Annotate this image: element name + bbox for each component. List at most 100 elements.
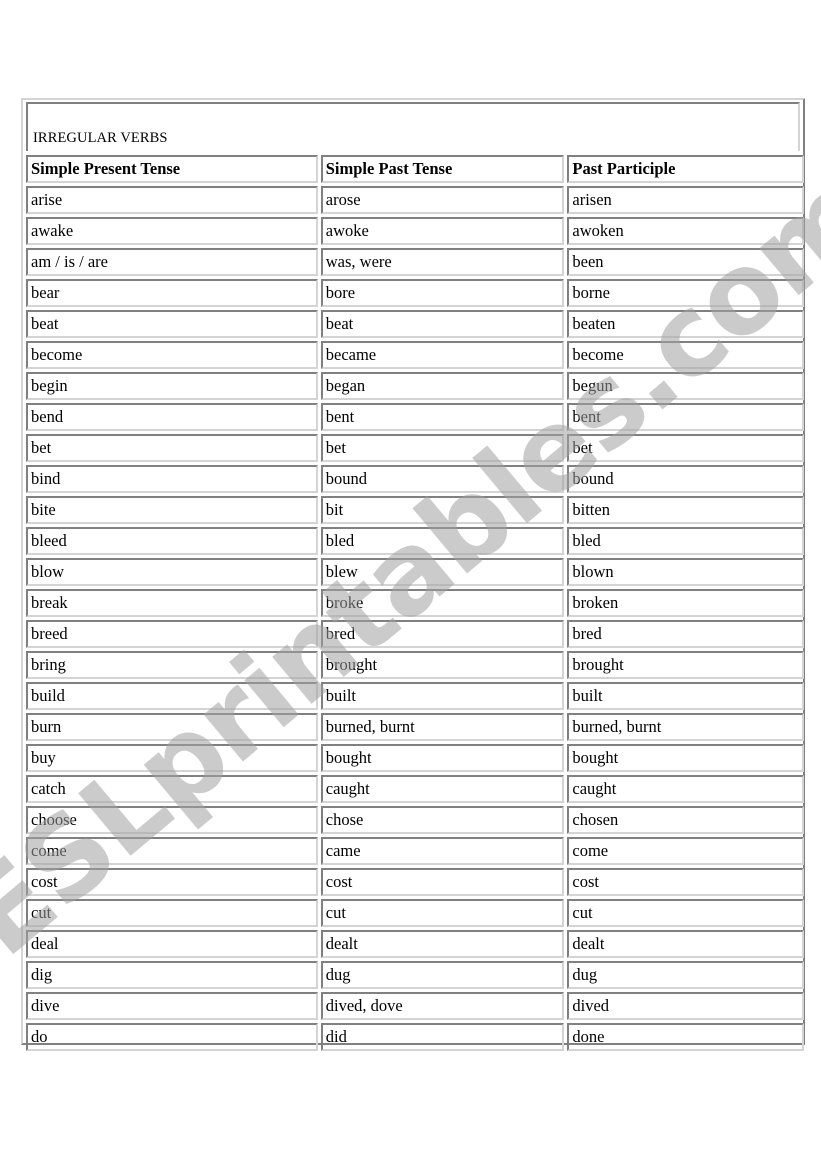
cell-simple-past: bought <box>320 744 565 772</box>
table-row: choose chose chosen <box>26 806 804 834</box>
cell-simple-past: arose <box>320 186 565 214</box>
cell-simple-past: burned, burnt <box>320 713 565 741</box>
table-row: breed bred bred <box>26 620 804 648</box>
cell-simple-past: was, were <box>320 248 565 276</box>
cell-past-participle: been <box>567 248 804 276</box>
cell-simple-past: dealt <box>320 930 565 958</box>
table-row: deal dealt dealt <box>26 930 804 958</box>
cell-past-participle: awoken <box>567 217 804 245</box>
cell-simple-present: do <box>26 1023 318 1051</box>
cell-past-participle: broken <box>567 589 804 617</box>
cell-simple-past: cost <box>320 868 565 896</box>
table-row: become became become <box>26 341 804 369</box>
cell-past-participle: begun <box>567 372 804 400</box>
cell-simple-present: am / is / are <box>26 248 318 276</box>
table-row: bleed bled bled <box>26 527 804 555</box>
cell-past-participle: burned, burnt <box>567 713 804 741</box>
cell-past-participle: borne <box>567 279 804 307</box>
cell-past-participle: bled <box>567 527 804 555</box>
verbs-table-frame: IRREGULAR VERBS Simple Present Tense Sim… <box>21 98 805 1051</box>
cell-past-participle: cut <box>567 899 804 927</box>
cell-simple-present: break <box>26 589 318 617</box>
irregular-verbs-table: Simple Present Tense Simple Past Tense P… <box>23 152 807 1054</box>
cell-simple-past: caught <box>320 775 565 803</box>
cell-past-participle: chosen <box>567 806 804 834</box>
header-simple-past: Simple Past Tense <box>320 155 565 183</box>
cell-past-participle: arisen <box>567 186 804 214</box>
cell-past-participle: blown <box>567 558 804 586</box>
table-row: bend bent bent <box>26 403 804 431</box>
cell-simple-past: chose <box>320 806 565 834</box>
cell-simple-present: beat <box>26 310 318 338</box>
cell-past-participle: cost <box>567 868 804 896</box>
cell-past-participle: beaten <box>567 310 804 338</box>
cell-simple-present: dive <box>26 992 318 1020</box>
cell-past-participle: built <box>567 682 804 710</box>
cell-simple-present: arise <box>26 186 318 214</box>
cell-past-participle: come <box>567 837 804 865</box>
table-row: awake awoke awoken <box>26 217 804 245</box>
cell-simple-present: buy <box>26 744 318 772</box>
cell-past-participle: bought <box>567 744 804 772</box>
table-row: cost cost cost <box>26 868 804 896</box>
table-row: blow blew blown <box>26 558 804 586</box>
cell-simple-present: deal <box>26 930 318 958</box>
cell-simple-past: bled <box>320 527 565 555</box>
table-row: bet bet bet <box>26 434 804 462</box>
cell-simple-past: blew <box>320 558 565 586</box>
header-simple-present: Simple Present Tense <box>26 155 318 183</box>
table-row: bring brought brought <box>26 651 804 679</box>
table-row: am / is / are was, were been <box>26 248 804 276</box>
cell-simple-present: begin <box>26 372 318 400</box>
cell-past-participle: bred <box>567 620 804 648</box>
cell-past-participle: caught <box>567 775 804 803</box>
cell-simple-past: began <box>320 372 565 400</box>
cell-simple-present: build <box>26 682 318 710</box>
cell-simple-past: beat <box>320 310 565 338</box>
cell-past-participle: bitten <box>567 496 804 524</box>
cell-simple-past: awoke <box>320 217 565 245</box>
cell-simple-present: dig <box>26 961 318 989</box>
cell-simple-present: bring <box>26 651 318 679</box>
verbs-table-inner: IRREGULAR VERBS Simple Present Tense Sim… <box>26 102 804 1051</box>
table-row: dive dived, dove dived <box>26 992 804 1020</box>
cell-simple-present: awake <box>26 217 318 245</box>
cell-simple-past: broke <box>320 589 565 617</box>
table-row: burn burned, burnt burned, burnt <box>26 713 804 741</box>
cell-simple-past: built <box>320 682 565 710</box>
cell-simple-present: bleed <box>26 527 318 555</box>
cell-past-participle: dug <box>567 961 804 989</box>
table-row: begin began begun <box>26 372 804 400</box>
cell-simple-past: dug <box>320 961 565 989</box>
cell-simple-past: dived, dove <box>320 992 565 1020</box>
cell-simple-present: cost <box>26 868 318 896</box>
cell-simple-present: blow <box>26 558 318 586</box>
table-row: cut cut cut <box>26 899 804 927</box>
cell-past-participle: dealt <box>567 930 804 958</box>
table-row: catch caught caught <box>26 775 804 803</box>
table-row: beat beat beaten <box>26 310 804 338</box>
table-row: build built built <box>26 682 804 710</box>
cell-simple-past: bit <box>320 496 565 524</box>
cell-simple-past: bred <box>320 620 565 648</box>
table-row: do did done <box>26 1023 804 1051</box>
cell-simple-past: did <box>320 1023 565 1051</box>
cell-simple-present: bind <box>26 465 318 493</box>
header-past-participle: Past Participle <box>567 155 804 183</box>
table-row: dig dug dug <box>26 961 804 989</box>
table-row: buy bought bought <box>26 744 804 772</box>
cell-simple-present: bend <box>26 403 318 431</box>
cell-simple-present: become <box>26 341 318 369</box>
cell-simple-present: choose <box>26 806 318 834</box>
cell-past-participle: bent <box>567 403 804 431</box>
cell-past-participle: brought <box>567 651 804 679</box>
table-row: come came come <box>26 837 804 865</box>
table-header-row: Simple Present Tense Simple Past Tense P… <box>26 155 804 183</box>
cell-simple-present: breed <box>26 620 318 648</box>
cell-past-participle: bet <box>567 434 804 462</box>
cell-simple-past: cut <box>320 899 565 927</box>
table-row: bite bit bitten <box>26 496 804 524</box>
cell-simple-past: bent <box>320 403 565 431</box>
cell-past-participle: done <box>567 1023 804 1051</box>
cell-simple-past: brought <box>320 651 565 679</box>
